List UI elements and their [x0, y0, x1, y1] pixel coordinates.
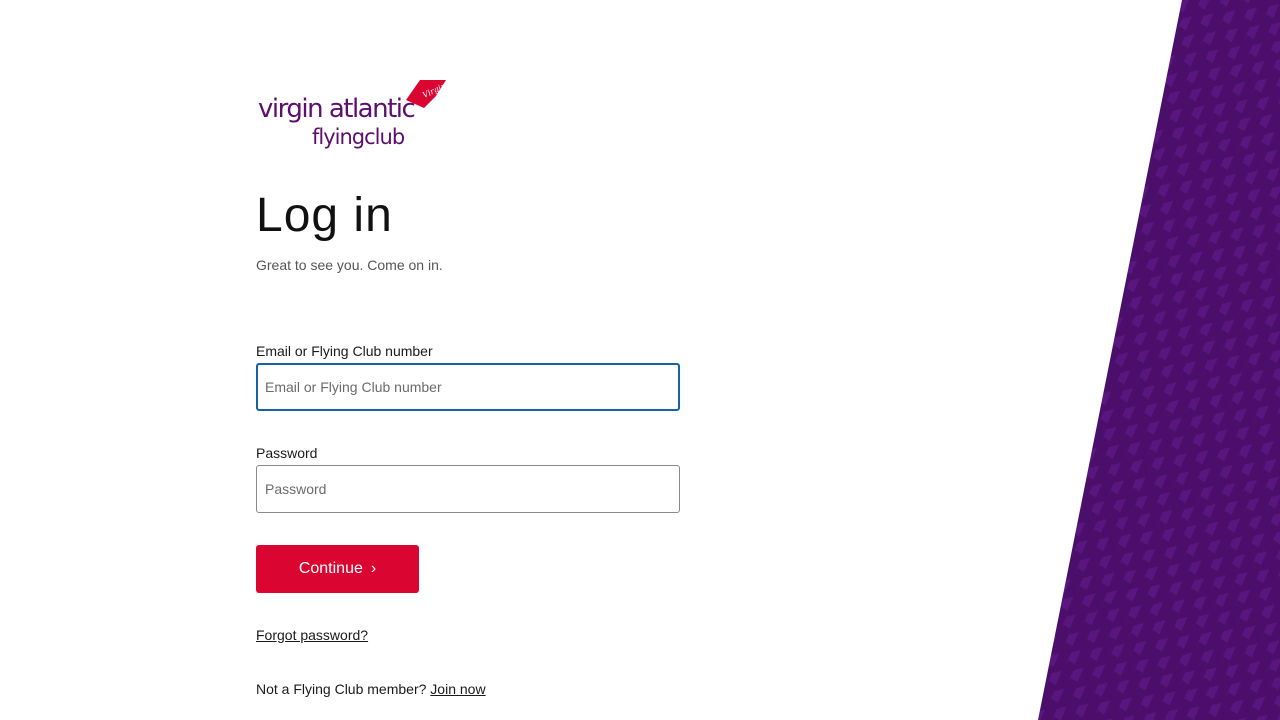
email-field[interactable]	[256, 363, 680, 411]
password-field[interactable]	[256, 465, 680, 513]
page-subtitle: Great to see you. Come on in.	[256, 257, 443, 273]
decorative-purple-panel	[1038, 0, 1280, 720]
forgot-password-link[interactable]: Forgot password?	[256, 627, 368, 643]
virgin-atlantic-flyingclub-logo: virgin atlantic flyingclub Virgin	[256, 80, 448, 158]
chevron-right-icon: ›	[370, 560, 377, 577]
email-field-label: Email or Flying Club number	[256, 343, 433, 359]
logo-text-brand: virgin atlantic	[258, 94, 416, 124]
page-title: Log in	[256, 189, 393, 242]
virgin-tail-logo-icon: Virgin	[406, 80, 446, 108]
join-prompt-row: Not a Flying Club member? Join now	[256, 681, 486, 697]
password-field-label: Password	[256, 445, 318, 461]
login-page: virgin atlantic flyingclub Virgin Log in…	[0, 0, 1280, 720]
continue-button[interactable]: Continue ›	[256, 545, 419, 593]
continue-button-label: Continue	[298, 560, 363, 577]
logo-text-flyingclub: flyingclub	[312, 125, 405, 149]
join-now-link[interactable]: Join now	[430, 681, 485, 697]
join-prompt-text: Not a Flying Club member?	[256, 681, 431, 697]
